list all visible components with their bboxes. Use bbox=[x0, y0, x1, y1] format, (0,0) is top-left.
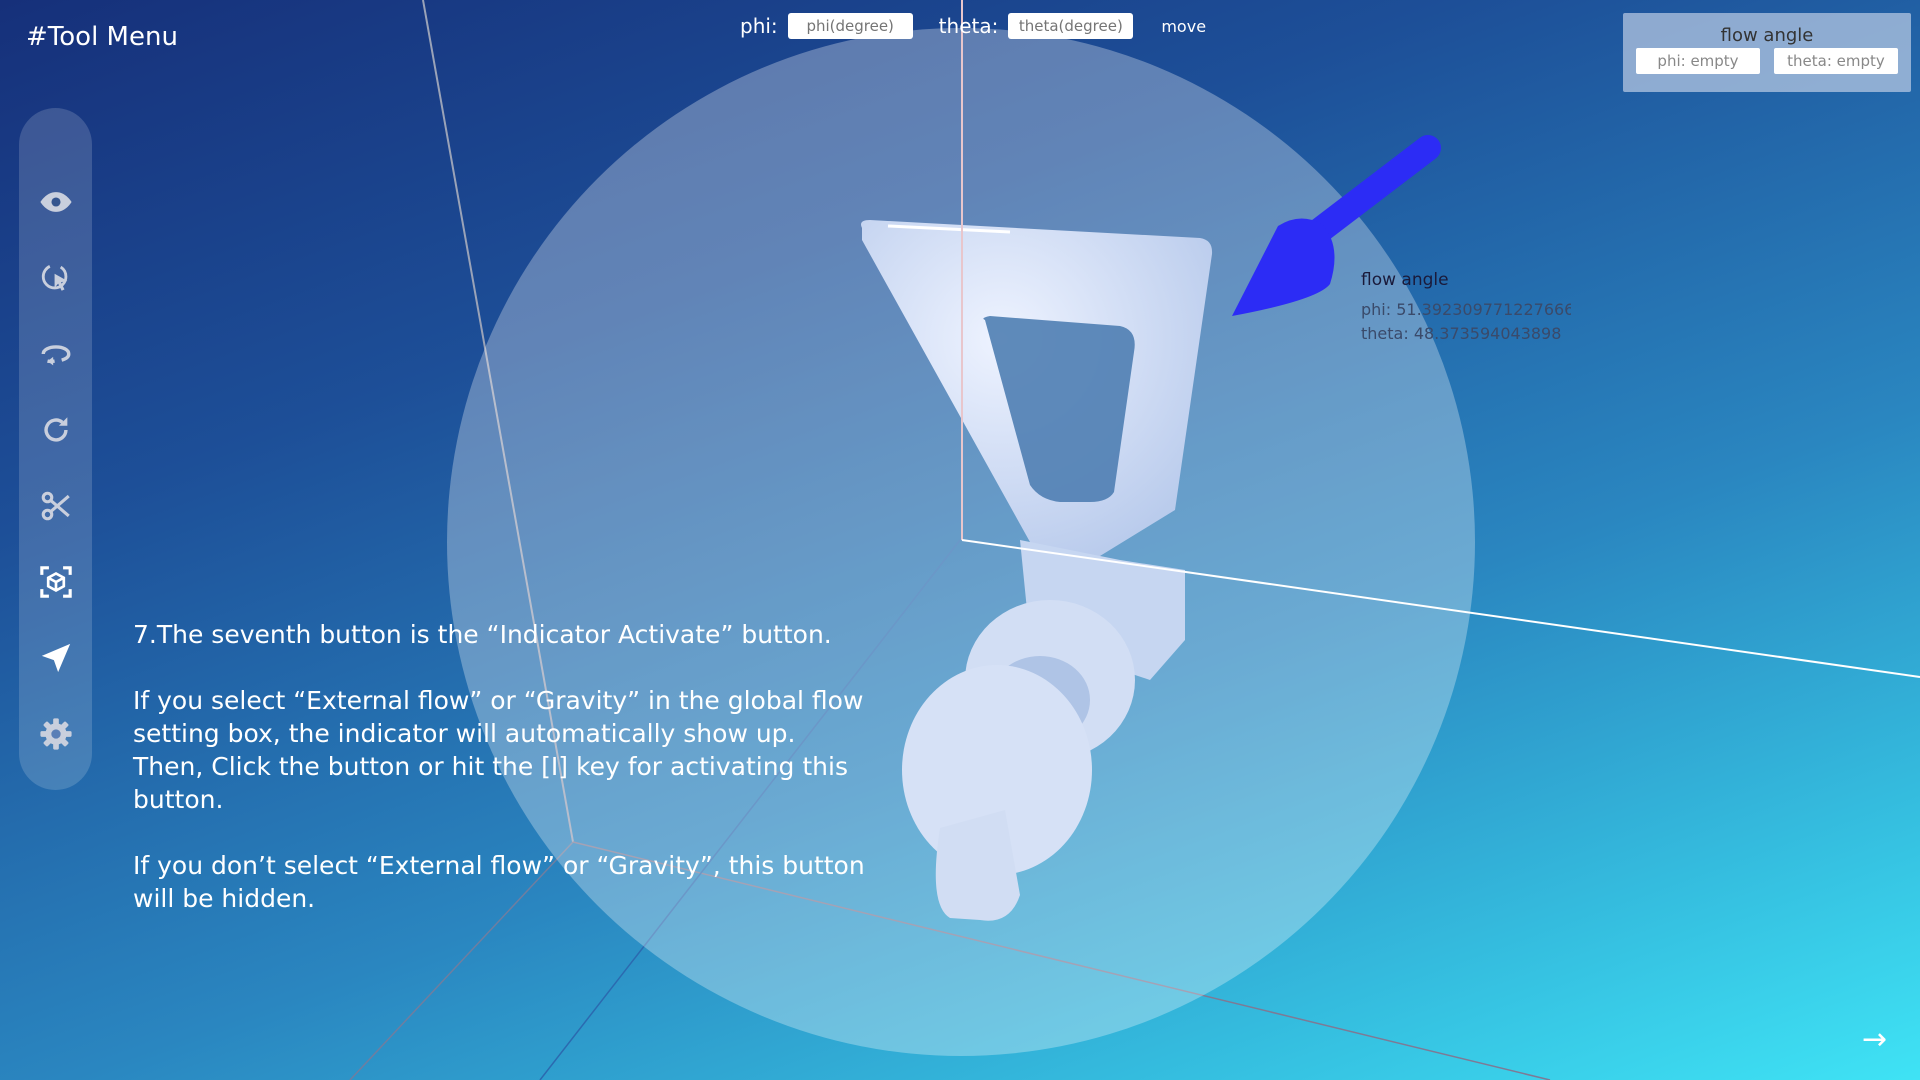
flow-angle-theta: theta: 48.373594043898 bbox=[1361, 324, 1562, 343]
refresh-button[interactable] bbox=[35, 409, 77, 451]
tutorial-heading: 7.The seventh button is the “Indicator A… bbox=[133, 620, 832, 649]
flow-angle-phi: phi: 51.392309771227666 bbox=[1361, 300, 1571, 319]
tutorial-paragraph: If you don’t select “External flow” or “… bbox=[133, 851, 865, 913]
theta-input[interactable] bbox=[1008, 13, 1134, 39]
gear-icon bbox=[40, 718, 72, 750]
move-button[interactable]: move bbox=[1161, 17, 1206, 36]
focus-model-button[interactable] bbox=[35, 561, 77, 603]
scissors-icon bbox=[41, 491, 70, 521]
cursor-select-icon bbox=[41, 263, 68, 291]
cut-button[interactable] bbox=[35, 485, 77, 527]
tutorial-paragraph: If you select “External flow” or “Gravit… bbox=[133, 686, 864, 814]
refresh-icon bbox=[44, 417, 68, 442]
indicator-arrow-icon bbox=[41, 643, 71, 673]
rotate-view-button[interactable] bbox=[35, 333, 77, 375]
flow-angle-label-title: flow angle bbox=[1361, 270, 1449, 290]
indicator-activate-button[interactable] bbox=[35, 637, 77, 679]
tutorial-text: 7.The seventh button is the “Indicator A… bbox=[133, 618, 873, 948]
flow-angle-label: flow angle phi: 51.392309771227666 theta… bbox=[1361, 270, 1571, 346]
flow-angle-panel-title: flow angle bbox=[1720, 25, 1814, 46]
flow-phi-value: phi: empty bbox=[1636, 48, 1760, 74]
phi-label: phi: bbox=[740, 14, 778, 38]
arrow-right-icon[interactable]: → bbox=[1862, 1022, 1887, 1057]
tool-menu-sidebar bbox=[19, 108, 92, 790]
page-title: #Tool Menu bbox=[26, 22, 178, 52]
flow-theta-value: theta: empty bbox=[1774, 48, 1898, 74]
flow-angle-panel: flow angle phi: empty theta: empty bbox=[1623, 13, 1911, 92]
theta-label: theta: bbox=[938, 14, 999, 38]
rotate-view-icon bbox=[41, 345, 71, 366]
phi-input[interactable] bbox=[787, 13, 913, 39]
eye-button[interactable] bbox=[35, 181, 77, 223]
settings-button[interactable] bbox=[35, 713, 77, 755]
eye-icon bbox=[40, 192, 72, 212]
select-button[interactable] bbox=[35, 257, 77, 299]
cube-focus-icon bbox=[40, 566, 72, 598]
angle-input-bar: phi: theta: move bbox=[740, 10, 1206, 42]
